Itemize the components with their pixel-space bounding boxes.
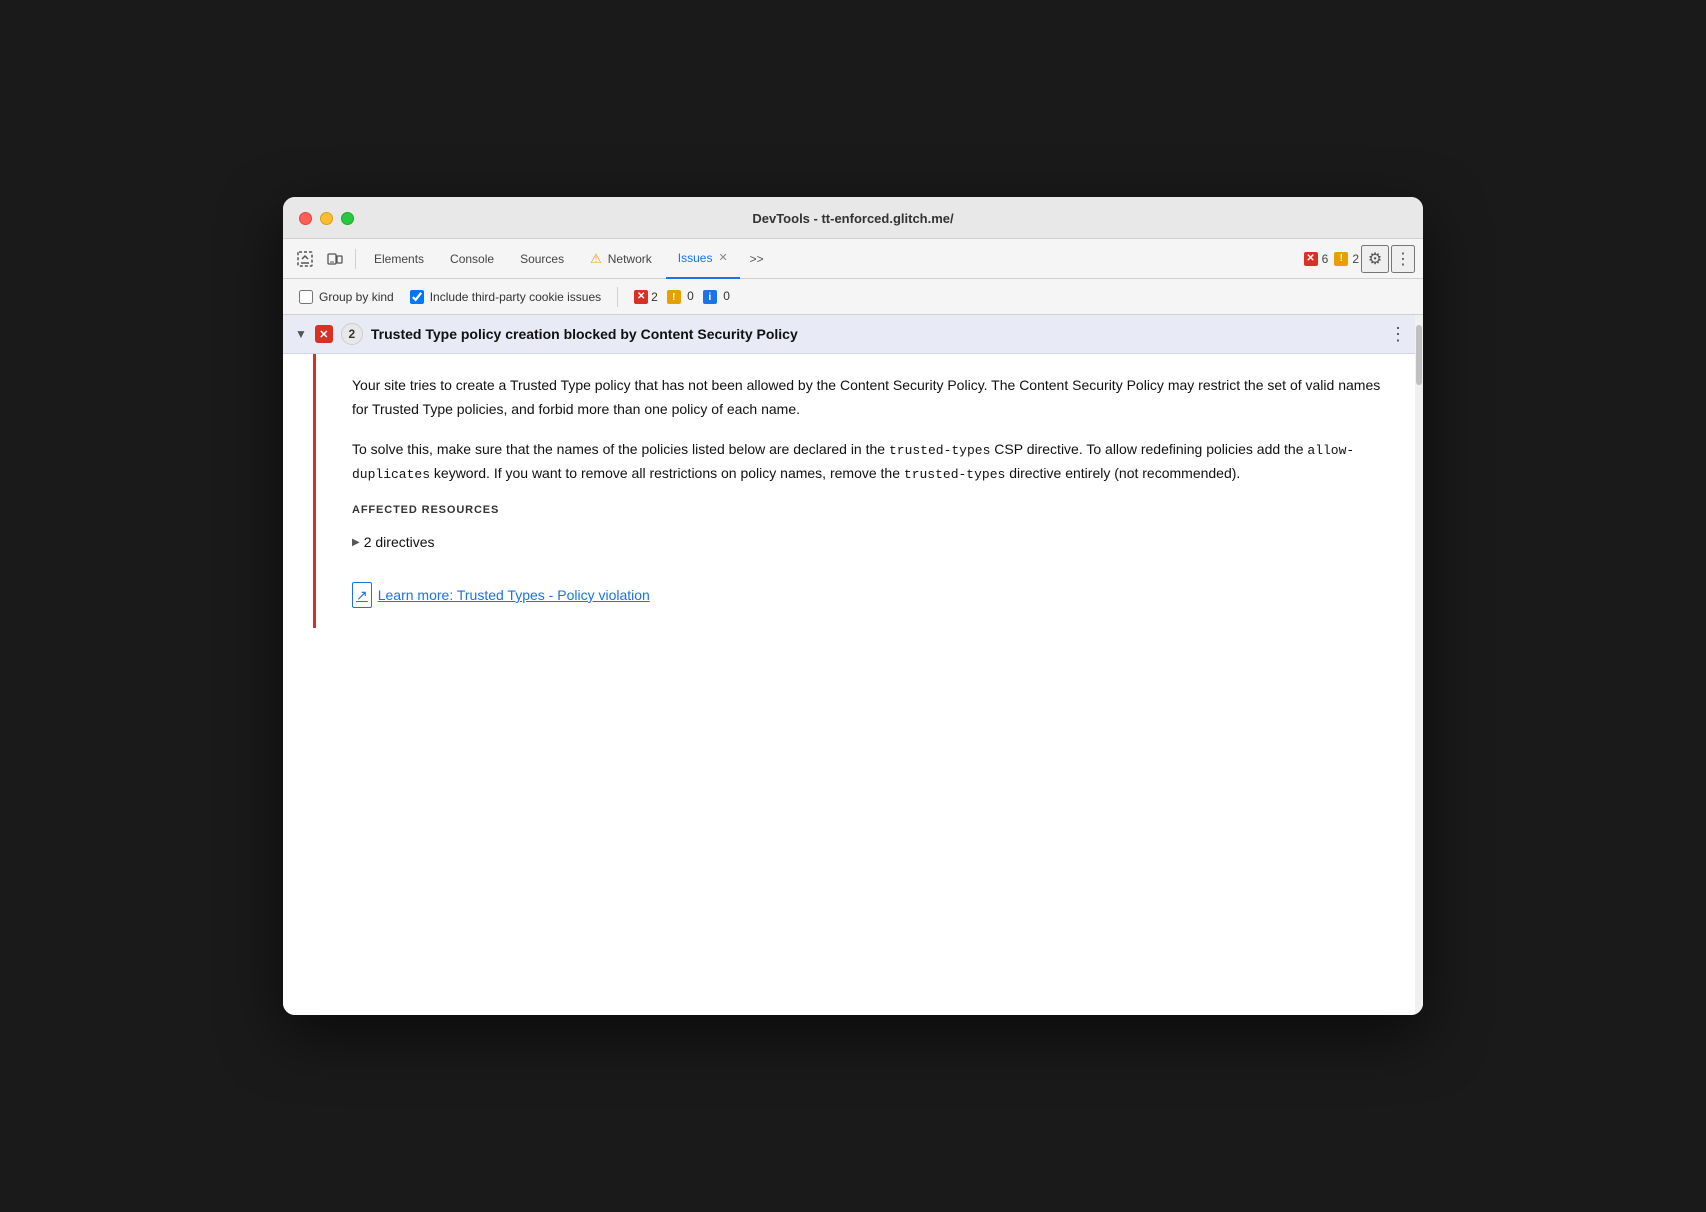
issue-title: Trusted Type policy creation blocked by …	[371, 326, 1377, 342]
warning-count: 2	[1352, 252, 1359, 266]
group-by-kind-checkbox-label[interactable]: Group by kind	[299, 290, 394, 304]
tab-sources[interactable]: Sources	[508, 239, 576, 279]
warning-badge-group: ! 2	[1334, 252, 1359, 266]
secondary-warning-count: 0	[687, 289, 694, 303]
affected-section: AFFECTED RESOURCES 2 directives	[352, 502, 1399, 558]
secondary-warning-icon: !	[667, 290, 681, 304]
secondary-toolbar: Group by kind Include third-party cookie…	[283, 279, 1423, 315]
issue-header[interactable]: ▼ ✕ 2 Trusted Type policy creation block…	[283, 315, 1423, 354]
tab-network[interactable]: ⚠ Network	[578, 239, 664, 279]
error-badge-group: ✕ 6	[1304, 252, 1329, 266]
more-tabs-button[interactable]: >>	[742, 252, 772, 266]
device-icon	[327, 251, 343, 267]
network-warning-icon: ⚠	[590, 251, 602, 267]
issue-body: Your site tries to create a Trusted Type…	[313, 354, 1423, 628]
expand-icon: ▼	[295, 327, 307, 341]
error-count-icon: ✕	[634, 290, 648, 304]
toolbar-divider-1	[355, 249, 356, 269]
include-third-party-label: Include third-party cookie issues	[430, 290, 601, 304]
error-count: 6	[1322, 252, 1329, 266]
learn-more-label: Learn more: Trusted Types - Policy viola…	[378, 584, 650, 606]
secondary-error-count: 2	[651, 290, 658, 304]
main-toolbar: Elements Console Sources ⚠ Network Issue…	[283, 239, 1423, 279]
group-by-kind-checkbox[interactable]	[299, 290, 313, 304]
error-x-icon: ✕	[1304, 252, 1318, 266]
content-wrapper: ▼ ✕ 2 Trusted Type policy creation block…	[283, 315, 1423, 1015]
issue-count: 2	[341, 323, 363, 345]
tab-issues-label: Issues	[678, 251, 713, 265]
code-trusted-types-1: trusted-types	[889, 443, 990, 458]
issue-description-2: To solve this, make sure that the names …	[352, 438, 1399, 486]
secondary-info-icon: i	[703, 290, 717, 304]
scrollbar-track	[1415, 315, 1423, 1015]
warning-icon: !	[1334, 252, 1348, 266]
scrollbar-thumb[interactable]	[1416, 325, 1422, 385]
issue-more-button[interactable]: ⋮	[1385, 324, 1411, 345]
affected-resources-label: AFFECTED RESOURCES	[352, 502, 1399, 520]
inspector-icon	[297, 251, 313, 267]
minimize-button[interactable]	[320, 212, 333, 225]
code-trusted-types-2: trusted-types	[904, 467, 1005, 482]
tab-sources-label: Sources	[520, 252, 564, 266]
inspector-icon-button[interactable]	[291, 245, 319, 273]
tab-elements-label: Elements	[374, 252, 424, 266]
issue-counts: ✕ 2 ! 0 i 0	[634, 289, 730, 305]
directives-label: 2 directives	[364, 531, 435, 553]
secondary-info-count-group: i 0	[703, 289, 730, 305]
settings-button[interactable]: ⚙	[1361, 245, 1389, 273]
code-allow-duplicates: allow-duplicates	[352, 443, 1354, 482]
issue-description-1: Your site tries to create a Trusted Type…	[352, 374, 1399, 422]
group-by-kind-label: Group by kind	[319, 290, 394, 304]
window-title: DevTools - tt-enforced.glitch.me/	[752, 211, 953, 226]
more-options-button[interactable]: ⋮	[1391, 245, 1415, 273]
tab-issues-close-icon[interactable]: ✕	[718, 251, 727, 264]
learn-more-link[interactable]: ↗ Learn more: Trusted Types - Policy vio…	[352, 582, 1399, 608]
devtools-window: DevTools - tt-enforced.glitch.me/ Elemen…	[283, 197, 1423, 1015]
secondary-warning-count-group: ! 0	[667, 289, 694, 305]
external-link-icon: ↗	[352, 582, 372, 608]
title-bar: DevTools - tt-enforced.glitch.me/	[283, 197, 1423, 239]
device-toolbar-button[interactable]	[321, 245, 349, 273]
secondary-info-count: 0	[723, 289, 730, 303]
issue-error-icon: ✕	[315, 325, 333, 343]
tab-console-label: Console	[450, 252, 494, 266]
tab-issues[interactable]: Issues ✕	[666, 239, 740, 279]
directives-toggle[interactable]: 2 directives	[352, 527, 1399, 557]
include-third-party-checkbox-label[interactable]: Include third-party cookie issues	[410, 290, 601, 304]
tab-console[interactable]: Console	[438, 239, 506, 279]
secondary-divider	[617, 287, 618, 307]
traffic-lights	[299, 212, 354, 225]
content-area: ▼ ✕ 2 Trusted Type policy creation block…	[283, 315, 1423, 1015]
tab-elements[interactable]: Elements	[362, 239, 436, 279]
fullscreen-button[interactable]	[341, 212, 354, 225]
tab-network-label: Network	[608, 252, 652, 266]
include-third-party-checkbox[interactable]	[410, 290, 424, 304]
close-button[interactable]	[299, 212, 312, 225]
